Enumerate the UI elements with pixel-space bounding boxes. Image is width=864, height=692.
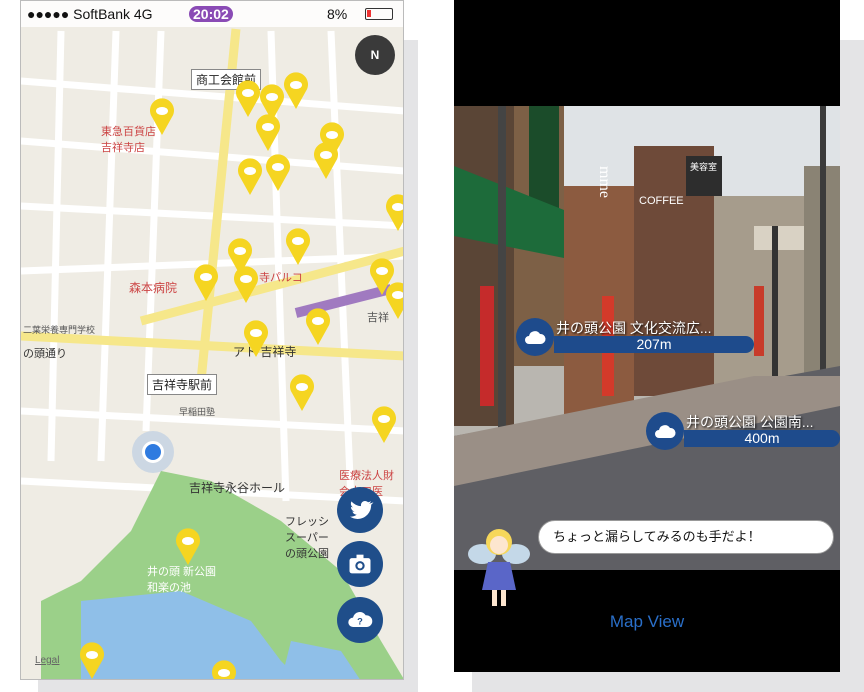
map-view-button[interactable]: Map View [454,612,840,632]
twitter-button[interactable] [337,487,383,533]
bird-icon [349,501,374,519]
poi-distance: 400m [684,430,840,447]
toilet-pin[interactable] [79,641,105,679]
camera-button[interactable] [337,541,383,587]
toilet-pin[interactable] [211,659,237,680]
clock: 20:02 [189,6,233,22]
map-label-hall: 吉祥寺永谷ホール [189,481,286,495]
fairy-speech-bubble: ちょっと漏らしてみるのも手だよ！ [538,520,834,554]
battery-icon [365,8,393,20]
toilet-pin[interactable] [285,227,311,265]
toilet-pin[interactable] [265,153,291,191]
toilet-pin[interactable] [289,373,315,411]
map-label-waseda: 早稲田塾 [179,407,216,417]
poi-marker[interactable]: 井の頭公園 文化交流広... 207m [516,318,806,356]
poi-distance: 207m [554,336,754,353]
sign-salon: 美容室 [690,161,717,172]
help-button[interactable]: ? [337,597,383,643]
map-label-tokyu: 東急百貨店 吉祥寺店 [101,126,156,154]
toilet-pin[interactable] [149,97,175,135]
toilet-pin[interactable] [283,71,309,109]
map-label-station: 吉祥寺駅前 [147,374,218,395]
toilet-pin[interactable] [193,263,219,301]
toilet-pin[interactable] [175,527,201,565]
poi-marker[interactable]: 井の頭公園 公園南... 400m [646,412,840,450]
question-cloud-icon: ? [348,612,373,627]
poi-name: 井の頭公園 公園南... [686,414,814,430]
map-label-road: の頭通り [23,348,67,360]
fairy-mascot[interactable] [464,518,534,614]
toilet-pin[interactable] [243,319,269,357]
ar-screen: COFFEE 美容室 mme 井の頭公園 文化交流広... 207m 井の頭公園… [454,0,840,672]
map-label-parco: 寺パルコ [259,272,303,284]
toilet-pin[interactable] [305,307,331,345]
camera-icon [349,554,371,574]
toilet-pin[interactable] [255,113,281,151]
map-label-hospital: 森本病院 [129,281,178,295]
sign-coffee: COFFEE [639,195,684,207]
legal-link[interactable]: Legal [35,655,59,666]
poi-name: 井の頭公園 文化交流広... [556,320,712,336]
sign-mme: mme [596,166,613,198]
toilet-pin[interactable] [237,157,263,195]
compass-icon[interactable]: N [355,35,395,75]
carrier-text: ●●●●● SoftBank 4G [27,6,153,22]
map-screen: ●●●●● SoftBank 4G 20:02 8% N 商工会館前 東急百貨店… [20,0,404,680]
current-location-marker [142,441,164,463]
cloud-icon [516,318,554,356]
map-label-school: 二葉栄養専門学校 [23,325,96,335]
svg-text:?: ? [357,617,363,627]
status-bar: ●●●●● SoftBank 4G 20:02 8% [21,1,403,27]
toilet-pin[interactable] [233,265,259,303]
toilet-pin[interactable] [235,79,261,117]
toilet-pin[interactable] [385,193,404,231]
map-label-supermarket: フレッシ スーパー の頭公園 [285,516,329,560]
battery-text: 8% [327,6,348,22]
toilet-pin[interactable] [385,281,404,319]
toilet-pin[interactable] [371,405,397,443]
toilet-pin[interactable] [313,141,339,179]
cloud-icon [646,412,684,450]
map-label-park: 井の頭 新公園 和楽の池 [147,566,217,594]
